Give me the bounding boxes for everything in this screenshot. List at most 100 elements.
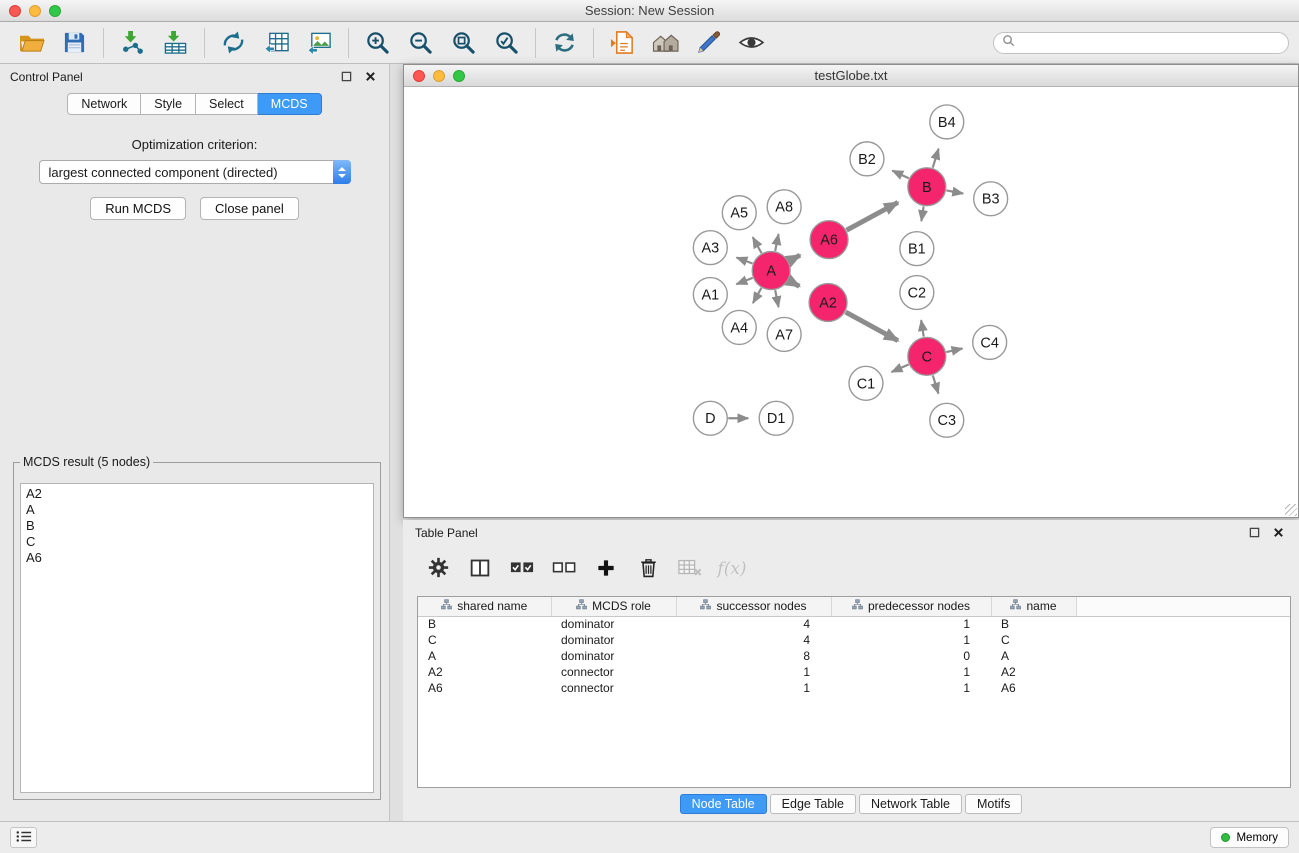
zoom-selected-button[interactable] <box>485 26 528 60</box>
node-B2[interactable]: B2 <box>850 142 884 176</box>
edge-C-C4[interactable] <box>946 348 962 352</box>
document-orange-button[interactable] <box>601 26 644 60</box>
close-network-window-icon[interactable] <box>413 70 425 82</box>
cell[interactable]: B <box>991 616 1076 632</box>
close-window-icon[interactable] <box>9 5 21 17</box>
node-D[interactable]: D <box>693 401 727 435</box>
edge-A2-C[interactable] <box>846 312 898 341</box>
edge-A-A5[interactable] <box>753 237 762 253</box>
columns-button[interactable] <box>463 554 497 584</box>
node-D1[interactable]: D1 <box>759 401 793 435</box>
network-view[interactable]: B4B2BB3A5A8A6A3B1AC2A1A2A4A7C4CC1C3DD1 <box>404 88 1298 517</box>
cell[interactable]: A <box>418 648 551 664</box>
gear-button[interactable] <box>421 554 455 584</box>
search-field[interactable] <box>993 32 1289 54</box>
cell[interactable]: B <box>418 616 551 632</box>
edge-C-C1[interactable] <box>892 364 909 372</box>
cell[interactable]: C <box>418 632 551 648</box>
save-button[interactable] <box>53 26 96 60</box>
run-mcds-button[interactable]: Run MCDS <box>90 197 186 220</box>
column-header-predecessor-nodes[interactable]: predecessor nodes <box>831 597 991 616</box>
mcds-result-list[interactable]: A2ABCA6 <box>20 483 374 793</box>
memory-button[interactable]: Memory <box>1210 827 1289 848</box>
result-item[interactable]: A6 <box>26 550 368 566</box>
cell[interactable]: A6 <box>991 680 1076 696</box>
tab-mcds[interactable]: MCDS <box>258 93 322 115</box>
result-item[interactable]: A2 <box>26 486 368 502</box>
criterion-dropdown[interactable]: largest connected component (directed) <box>39 160 351 184</box>
edge-C-C2[interactable] <box>921 320 924 336</box>
node-B3[interactable]: B3 <box>974 182 1008 216</box>
node-C3[interactable]: C3 <box>930 403 964 437</box>
home-button[interactable] <box>644 26 687 60</box>
cell[interactable]: 1 <box>831 616 991 632</box>
node-A4[interactable]: A4 <box>722 310 756 344</box>
node-A1[interactable]: A1 <box>693 278 727 312</box>
tab-network-table[interactable]: Network Table <box>859 794 962 814</box>
node-C2[interactable]: C2 <box>900 276 934 310</box>
import-table-button[interactable] <box>154 26 197 60</box>
close-table-panel-button[interactable] <box>1270 525 1287 542</box>
node-A8[interactable]: A8 <box>767 190 801 224</box>
cell[interactable]: C <box>991 632 1076 648</box>
node-A[interactable]: A <box>752 252 790 290</box>
cell[interactable]: dominator <box>551 632 676 648</box>
edge-A-A1[interactable] <box>736 278 752 284</box>
node-A5[interactable]: A5 <box>722 196 756 230</box>
trash-button[interactable] <box>631 554 665 584</box>
edge-A-A3[interactable] <box>736 258 752 264</box>
cell[interactable]: connector <box>551 664 676 680</box>
zoom-out-button[interactable] <box>399 26 442 60</box>
network-new-button[interactable] <box>212 26 255 60</box>
edge-B-B4[interactable] <box>933 149 939 168</box>
cell[interactable]: dominator <box>551 648 676 664</box>
node-B1[interactable]: B1 <box>900 232 934 266</box>
zoom-in-button[interactable] <box>356 26 399 60</box>
node-A7[interactable]: A7 <box>767 317 801 351</box>
zoom-window-icon[interactable] <box>49 5 61 17</box>
cell[interactable]: A6 <box>418 680 551 696</box>
edge-B-B2[interactable] <box>892 171 908 179</box>
result-item[interactable]: B <box>26 518 368 534</box>
network-image-button[interactable] <box>298 26 341 60</box>
column-header-MCDS-role[interactable]: MCDS role <box>551 597 676 616</box>
style-brush-button[interactable] <box>687 26 730 60</box>
cell[interactable]: 1 <box>831 680 991 696</box>
node-C1[interactable]: C1 <box>849 366 883 400</box>
table-row[interactable]: Adominator80A <box>418 648 1290 664</box>
edge-C-C3[interactable] <box>933 375 939 393</box>
close-panel-button[interactable] <box>362 69 379 86</box>
cell[interactable]: 1 <box>676 680 831 696</box>
cell[interactable]: A2 <box>991 664 1076 680</box>
resize-grip[interactable] <box>1285 504 1297 516</box>
tab-motifs[interactable]: Motifs <box>965 794 1022 814</box>
edge-A6-B[interactable] <box>847 202 898 230</box>
cell[interactable]: 4 <box>676 632 831 648</box>
edge-A-A4[interactable] <box>753 288 761 303</box>
task-history-button[interactable] <box>10 827 37 848</box>
search-input[interactable] <box>1020 35 1280 51</box>
float-table-panel-button[interactable] <box>1246 525 1263 542</box>
edge-B-B1[interactable] <box>921 206 923 221</box>
minimize-window-icon[interactable] <box>29 5 41 17</box>
node-A2[interactable]: A2 <box>809 284 847 322</box>
cell[interactable]: 1 <box>831 664 991 680</box>
float-panel-button[interactable] <box>338 69 355 86</box>
result-item[interactable]: C <box>26 534 368 550</box>
table-row[interactable]: A6connector11A6 <box>418 680 1290 696</box>
open-folder-button[interactable] <box>10 26 53 60</box>
edge-A-A8[interactable] <box>775 234 778 251</box>
cell[interactable]: 1 <box>831 632 991 648</box>
node-A6[interactable]: A6 <box>810 221 848 259</box>
cell[interactable]: 1 <box>676 664 831 680</box>
node-B[interactable]: B <box>908 168 946 206</box>
column-header-name[interactable]: name <box>991 597 1076 616</box>
zoom-fit-button[interactable] <box>442 26 485 60</box>
minimize-network-window-icon[interactable] <box>433 70 445 82</box>
cell[interactable]: 8 <box>676 648 831 664</box>
column-header-successor-nodes[interactable]: successor nodes <box>676 597 831 616</box>
cell[interactable]: 4 <box>676 616 831 632</box>
checks-on-button[interactable] <box>505 554 539 584</box>
edge-A-A7[interactable] <box>775 290 778 307</box>
import-network-button[interactable] <box>111 26 154 60</box>
